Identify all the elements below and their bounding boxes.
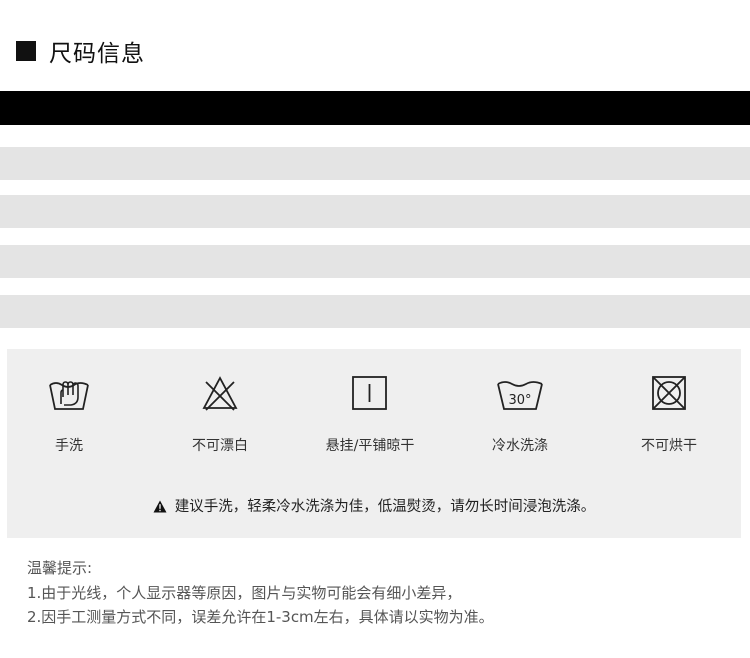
care-label: 手洗 bbox=[55, 438, 83, 454]
size-table-row bbox=[0, 295, 750, 328]
care-item-no-tumble-dry: 不可烘干 bbox=[599, 373, 739, 455]
cold-wash-30-icon: 30° bbox=[497, 381, 543, 410]
care-label: 不可烘干 bbox=[641, 438, 697, 454]
size-table-row bbox=[0, 245, 750, 278]
care-tip: 建议手洗，轻柔冷水洗涤为佳，低温熨烫，请勿长时间浸泡洗涤。 bbox=[7, 495, 741, 516]
care-label: 悬挂/平铺晾干 bbox=[325, 438, 415, 454]
size-table-row bbox=[0, 195, 750, 228]
size-table-header bbox=[0, 91, 750, 125]
hand-wash-icon bbox=[49, 381, 89, 410]
care-item-no-bleach: 不可漂白 bbox=[150, 373, 290, 455]
section-title: 尺码信息 bbox=[49, 41, 145, 67]
care-label: 不可漂白 bbox=[192, 438, 248, 454]
title-square-icon bbox=[16, 41, 36, 61]
care-item-hand-wash: 手洗 bbox=[0, 373, 139, 455]
care-item-hang-dry: 悬挂/平铺晾干 bbox=[300, 373, 440, 455]
no-bleach-icon bbox=[202, 376, 238, 411]
warning-icon bbox=[153, 500, 167, 513]
notes-heading: 温馨提示: bbox=[27, 559, 93, 577]
svg-text:30°: 30° bbox=[508, 393, 531, 408]
notes: 温馨提示: 1.由于光线，个人显示器等原因，图片与实物可能会有细小差异， 2.因… bbox=[27, 556, 494, 630]
size-table-row bbox=[0, 147, 750, 180]
section-header: 尺码信息 bbox=[16, 36, 145, 67]
hang-dry-icon bbox=[352, 376, 387, 410]
notes-line: 2.因手工测量方式不同，误差允许在1-3cm左右，具体请以实物为准。 bbox=[27, 608, 494, 626]
notes-line: 1.由于光线，个人显示器等原因，图片与实物可能会有细小差异， bbox=[27, 583, 462, 602]
care-label: 冷水洗涤 bbox=[492, 438, 548, 454]
care-item-cold-wash: 30° 冷水洗涤 bbox=[450, 373, 590, 455]
no-tumble-dry-icon bbox=[652, 376, 686, 410]
care-panel: 手洗 不可漂白 悬挂/平铺晾干 30° 冷水洗涤 不可烘干 建议手洗，轻柔冷水洗… bbox=[7, 349, 741, 538]
care-tip-text: 建议手洗，轻柔冷水洗涤为佳，低温熨烫，请勿长时间浸泡洗涤。 bbox=[174, 499, 596, 515]
